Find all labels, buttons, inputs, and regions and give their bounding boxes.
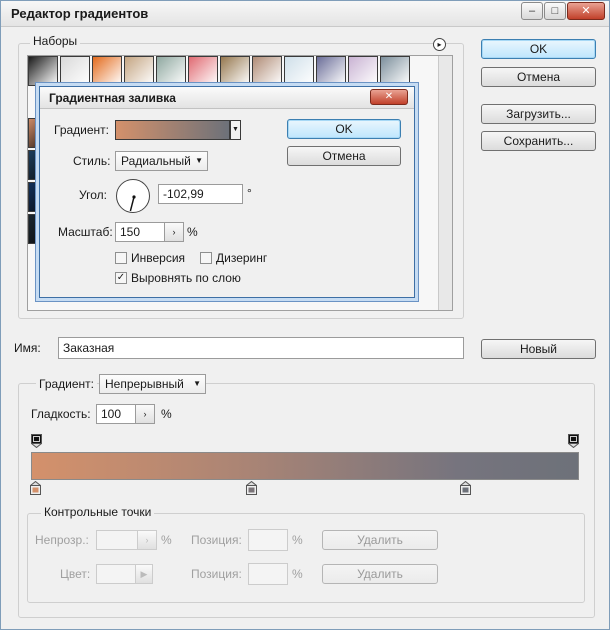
maximize-button[interactable]: □ (544, 2, 566, 20)
opacity-label: Непрозр.: (35, 533, 89, 547)
preset-swatch[interactable] (188, 56, 218, 86)
gradient-fill-title-bar: Градиентная заливка ✕ (40, 87, 414, 109)
scale-input[interactable]: 150 (115, 222, 165, 242)
color-stop-icon[interactable] (30, 481, 41, 495)
gradient-fill-dialog: Градиентная заливка ✕ Градиент: ▼ Стиль:… (39, 86, 415, 298)
opacity-delete-button[interactable]: Удалить (322, 530, 438, 550)
close-button[interactable]: ✕ (567, 2, 605, 20)
gradient-fill-close-button[interactable]: ✕ (370, 89, 408, 105)
stops-label: Контрольные точки (41, 505, 155, 519)
name-label: Имя: (14, 341, 41, 355)
align-with-layer-checkbox[interactable]: ✓ (115, 272, 127, 284)
preset-swatch[interactable] (124, 56, 154, 86)
invert-checkbox[interactable] (115, 252, 127, 264)
window-title: Редактор градиентов (11, 6, 149, 21)
gradient-fill-title: Градиентная заливка (49, 91, 176, 105)
opacity-stop-icon[interactable] (568, 434, 579, 448)
color-stop-icon[interactable] (460, 481, 472, 495)
preset-swatch[interactable] (380, 56, 410, 86)
color-position-input[interactable] (248, 563, 288, 585)
preset-swatch[interactable] (284, 56, 314, 86)
smoothness-unit: % (161, 407, 172, 421)
preset-swatch[interactable] (156, 56, 186, 86)
dither-label: Дизеринг (216, 251, 268, 265)
name-input[interactable]: Заказная (58, 337, 464, 359)
preset-swatch[interactable] (60, 56, 90, 86)
new-button[interactable]: Новый (481, 339, 596, 359)
angle-label: Угол: (79, 188, 107, 202)
gradient-label: Градиент: (54, 123, 110, 137)
smoothness-label: Гладкость: (31, 407, 91, 421)
angle-input[interactable]: -102,99 (158, 184, 243, 204)
presets-menu-icon[interactable]: ▸ (433, 38, 446, 51)
dither-checkbox[interactable] (200, 252, 212, 264)
color-position-unit: % (292, 567, 303, 581)
chevron-down-icon: ▼ (193, 379, 201, 388)
angle-unit: ° (247, 186, 252, 200)
opacity-unit: % (161, 533, 172, 547)
presets-scrollbar[interactable] (438, 56, 452, 310)
chevron-down-icon: ▼ (195, 156, 203, 165)
minimize-button[interactable]: – (521, 2, 543, 20)
opacity-stop-icon[interactable] (31, 434, 42, 448)
angle-dial[interactable] (116, 179, 150, 213)
scale-unit: % (187, 225, 198, 239)
gradient-fill-ok-button[interactable]: OK (287, 119, 401, 139)
gradient-preview-swatch[interactable] (115, 120, 230, 140)
gradient-editor-window: Редактор градиентов – □ ✕ OK Отмена Загр… (0, 0, 610, 630)
cancel-button[interactable]: Отмена (481, 67, 596, 87)
preset-swatch[interactable] (92, 56, 122, 86)
opacity-slider-arrow-icon[interactable]: › (137, 530, 157, 550)
opacity-position-input[interactable] (248, 529, 288, 551)
gradient-picker-arrow-icon[interactable]: ▼ (230, 120, 241, 140)
color-label: Цвет: (60, 567, 91, 581)
gradient-bar[interactable] (31, 452, 579, 480)
color-delete-button[interactable]: Удалить (322, 564, 438, 584)
preset-swatch[interactable] (220, 56, 250, 86)
opacity-position-label: Позиция: (191, 533, 242, 547)
gradient-type-dropdown[interactable]: Непрерывный ▼ (99, 374, 206, 394)
smoothness-input[interactable]: 100 (96, 404, 136, 424)
color-stop-icon[interactable] (246, 481, 258, 495)
smoothness-slider-arrow-icon[interactable]: › (135, 404, 155, 424)
scale-label: Масштаб: (58, 225, 113, 239)
preset-swatch[interactable] (348, 56, 378, 86)
invert-label: Инверсия (131, 251, 186, 265)
style-label: Стиль: (73, 154, 111, 168)
color-position-label: Позиция: (191, 567, 242, 581)
preset-swatch[interactable] (252, 56, 282, 86)
gradient-fill-cancel-button[interactable]: Отмена (287, 146, 401, 166)
opacity-position-unit: % (292, 533, 303, 547)
opacity-input[interactable] (96, 530, 138, 550)
gradient-type-label: Градиент: (36, 377, 98, 391)
stops-group (27, 513, 585, 603)
load-button[interactable]: Загрузить... (481, 104, 596, 124)
preset-swatch[interactable] (28, 56, 58, 86)
color-swatch[interactable] (96, 564, 136, 584)
presets-label: Наборы (30, 34, 81, 48)
color-arrow-icon[interactable]: ▶ (135, 564, 153, 584)
save-button[interactable]: Сохранить... (481, 131, 596, 151)
preset-swatch[interactable] (316, 56, 346, 86)
ok-button[interactable]: OK (481, 39, 596, 59)
scale-slider-arrow-icon[interactable]: › (164, 222, 184, 242)
align-with-layer-label: Выровнять по слою (131, 271, 241, 285)
title-bar: Редактор градиентов – □ ✕ (1, 1, 609, 27)
style-dropdown[interactable]: Радиальный ▼ (115, 151, 208, 171)
